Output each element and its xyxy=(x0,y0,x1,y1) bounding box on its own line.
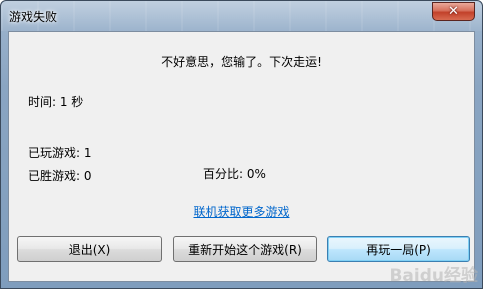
window-title: 游戏失败 xyxy=(9,10,58,24)
exit-button[interactable]: 退出(X) xyxy=(17,236,162,262)
close-button[interactable]: ✕ xyxy=(432,2,475,21)
online-games-link[interactable]: 联机获取更多游戏 xyxy=(9,203,474,220)
title-bar[interactable]: 游戏失败 ✕ xyxy=(1,1,482,31)
restart-button[interactable]: 重新开始这个游戏(R) xyxy=(173,236,317,262)
dialog-body: 不好意思，您输了。下次走运! 时间: 1 秒 已玩游戏: 1 已胜游戏: 0 百… xyxy=(8,31,475,282)
result-message: 不好意思，您输了。下次走运! xyxy=(161,55,322,69)
games-won-stat: 已胜游戏: 0 xyxy=(28,169,92,183)
game-lost-dialog: 游戏失败 ✕ 不好意思，您输了。下次走运! 时间: 1 秒 已玩游戏: 1 已胜… xyxy=(0,0,483,289)
win-percentage-stat: 百分比: 0% xyxy=(203,167,266,181)
close-icon: ✕ xyxy=(448,4,459,19)
games-played-stat: 已玩游戏: 1 xyxy=(28,146,92,160)
time-stat: 时间: 1 秒 xyxy=(28,95,84,109)
play-again-button[interactable]: 再玩一局(P) xyxy=(327,236,470,262)
online-games-link-text[interactable]: 联机获取更多游戏 xyxy=(193,205,289,219)
